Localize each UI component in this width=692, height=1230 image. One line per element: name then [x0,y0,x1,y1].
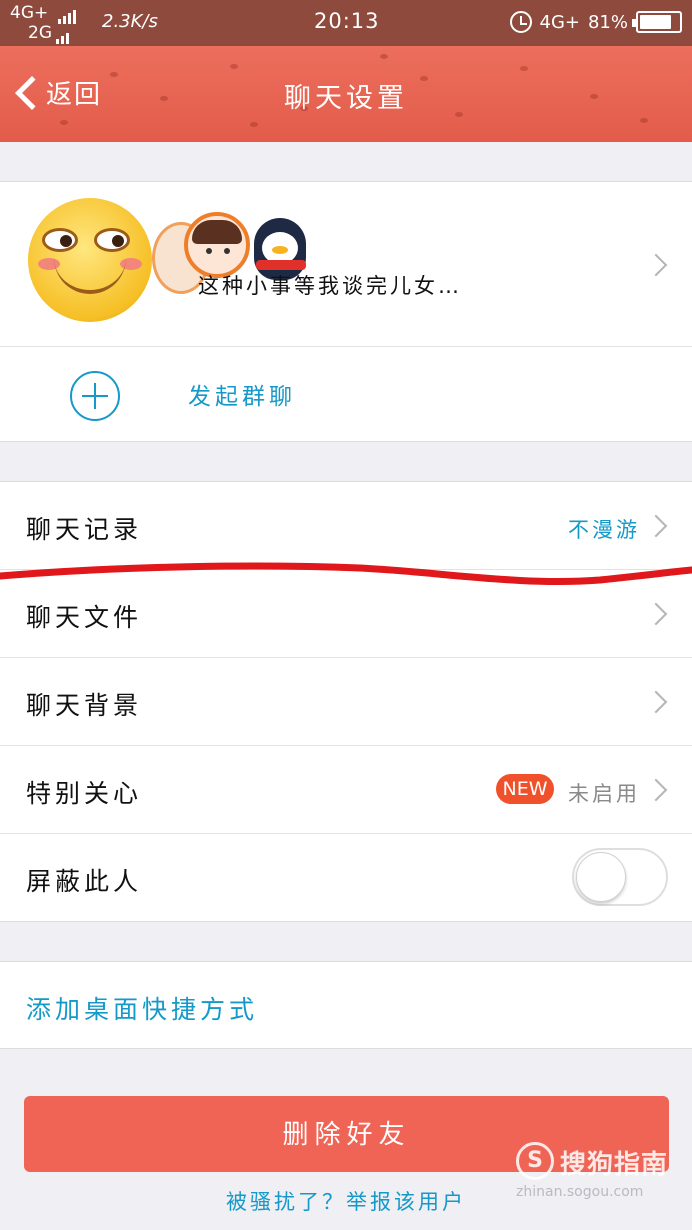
chevron-right-icon [644,253,668,277]
kid-badge-icon [184,212,250,278]
sogou-watermark: S 搜狗指南 zhinan.sogou.com [516,1136,686,1216]
group-chat-row[interactable]: 发起群聊 [0,347,692,441]
watermark-name: 搜狗指南 [560,1150,669,1180]
network-speed: 2.3K/s [102,11,158,32]
chat-history-row[interactable]: 聊天记录 不漫游 [0,482,692,570]
avatar-eye [94,228,130,252]
shortcut-section: 添加桌面快捷方式 [0,961,692,1049]
chevron-right-icon [644,514,668,538]
avatar-eye [42,228,78,252]
chevron-right-icon [644,690,668,714]
network-type-2: 2G [28,23,52,43]
block-row: 屏蔽此人 [0,834,692,922]
chat-settings-section: 聊天记录 不漫游 聊天文件 聊天背景 特别关心 NEW 未启用 屏蔽此人 [0,481,692,922]
chat-history-value: 不漫游 [568,518,640,542]
network-type-3: 4G+ [539,11,580,33]
alarm-icon [509,11,532,33]
group-chat-label: 发起群聊 [188,384,296,410]
chat-background-row[interactable]: 聊天背景 [0,658,692,746]
signal-bars-icon [57,5,78,24]
avatar-mouth [54,254,126,294]
special-care-value: 未启用 [568,782,640,806]
status-right: 4G+ 81% [509,7,682,37]
block-label: 屏蔽此人 [26,867,143,896]
toggle-knob [576,852,626,902]
new-badge: NEW [496,774,554,804]
shortcut-label: 添加桌面快捷方式 [26,995,259,1024]
chat-files-label: 聊天文件 [26,603,143,632]
battery-percent: 81% [587,11,628,33]
friend-avatar[interactable] [28,198,152,322]
watermark-url: zhinan.sogou.com [516,1184,644,1200]
friend-signature: 这种小事等我谈完儿女… [198,274,462,298]
signal-indicator: 4G+ 2G [10,4,78,44]
special-care-label: 特别关心 [26,779,143,808]
chat-background-label: 聊天背景 [26,691,143,720]
special-care-row[interactable]: 特别关心 NEW 未启用 [0,746,692,834]
network-type-1: 4G+ [10,3,49,23]
status-bar: 4G+ 2G 2.3K/s 20:13 4G+ 81% [0,0,692,46]
clock: 20:13 [314,9,380,33]
signal-bars-icon [56,25,71,44]
page-title: 聊天设置 [284,83,408,114]
sogou-logo-icon: S [516,1142,554,1180]
chat-history-label: 聊天记录 [26,515,143,544]
chevron-right-icon [644,602,668,626]
battery-icon [632,11,682,33]
shortcut-row[interactable]: 添加桌面快捷方式 [0,962,692,1048]
friend-section: 这种小事等我谈完儿女… 发起群聊 [0,181,692,442]
nav-header: 返回 聊天设置 [0,46,692,142]
chat-files-row[interactable]: 聊天文件 [0,570,692,658]
friend-row[interactable]: 这种小事等我谈完儿女… [0,182,692,347]
chevron-right-icon [644,778,668,802]
block-toggle[interactable] [572,848,668,906]
add-circle-icon [70,371,120,421]
